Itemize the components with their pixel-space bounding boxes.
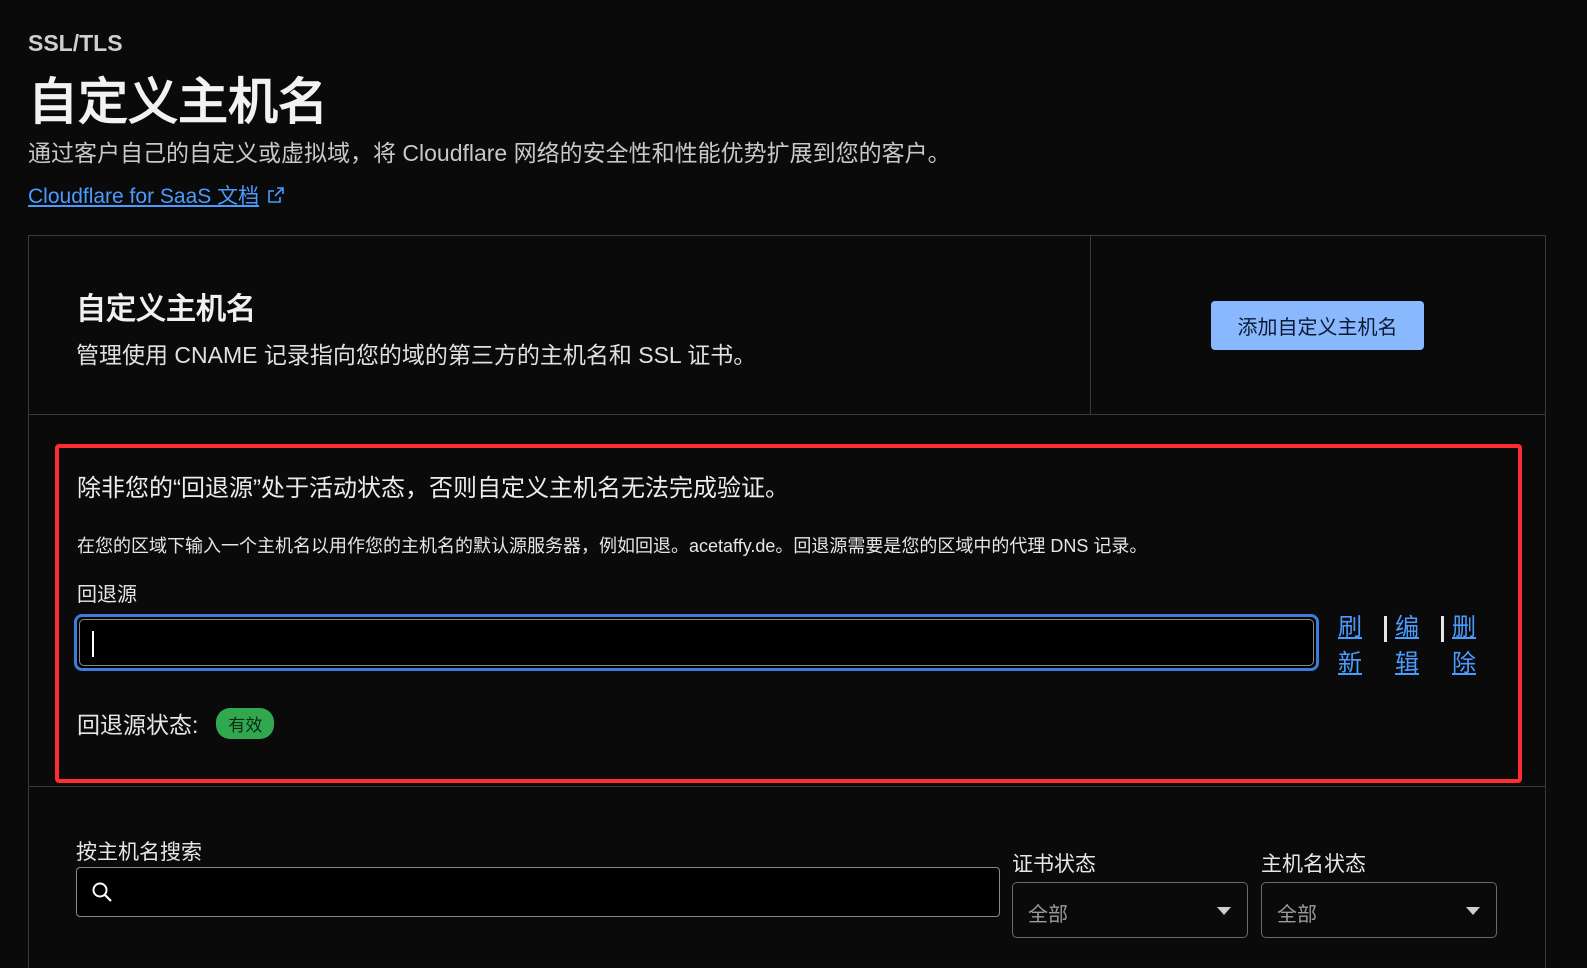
hostname-search-field[interactable] — [76, 867, 1000, 917]
page: SSL/TLS 自定义主机名 通过客户自己的自定义或虚拟域，将 Cloudfla… — [0, 0, 1587, 968]
fallback-status-label: 回退源状态: — [77, 712, 199, 738]
text-cursor — [92, 631, 94, 657]
breadcrumb[interactable]: SSL/TLS — [28, 30, 123, 57]
delete-link[interactable]: 删除 — [1452, 610, 1478, 682]
chevron-down-icon — [1466, 907, 1480, 915]
divider — [1441, 616, 1444, 642]
fallback-origin-label: 回退源 — [77, 584, 137, 606]
fallback-help-text: 在您的区域下输入一个主机名以用作您的主机名的默认源服务器，例如回退。acetaf… — [77, 536, 1148, 556]
cert-status-value: 全部 — [1028, 904, 1068, 926]
fallback-origin-input[interactable] — [79, 619, 1314, 666]
edit-link[interactable]: 编辑 — [1395, 610, 1421, 682]
cert-status-label: 证书状态 — [1012, 853, 1096, 876]
search-label: 按主机名搜索 — [76, 841, 202, 864]
page-title: 自定义主机名 — [28, 74, 328, 130]
refresh-link[interactable]: 刷新 — [1338, 610, 1364, 682]
external-link-icon — [268, 187, 284, 203]
cert-status-select[interactable]: 全部 — [1012, 882, 1248, 938]
fallback-actions: 刷新 编辑 删除 — [1338, 610, 1478, 682]
divider — [1384, 616, 1387, 642]
search-icon — [92, 882, 112, 902]
card-header: 自定义主机名 管理使用 CNAME 记录指向您的域的第三方的主机名和 SSL 证… — [29, 236, 1545, 415]
fallback-warning: 除非您的“回退源”处于活动状态，否则自定义主机名无法完成验证。 — [77, 475, 789, 502]
page-description: 通过客户自己的自定义或虚拟域，将 Cloudflare 网络的安全性和性能优势扩… — [28, 140, 951, 166]
add-custom-hostname-button[interactable]: 添加自定义主机名 — [1211, 301, 1424, 350]
custom-hostnames-card: 自定义主机名 管理使用 CNAME 记录指向您的域的第三方的主机名和 SSL 证… — [28, 235, 1546, 968]
card-header-info: 自定义主机名 管理使用 CNAME 记录指向您的域的第三方的主机名和 SSL 证… — [29, 236, 1091, 414]
docs-link-label[interactable]: Cloudflare for SaaS 文档 — [28, 180, 259, 210]
section-description: 管理使用 CNAME 记录指向您的域的第三方的主机名和 SSL 证书。 — [76, 342, 757, 368]
status-badge: 有效 — [216, 707, 275, 739]
fallback-status-row: 回退源状态: 有效 — [77, 706, 275, 740]
hostname-status-label: 主机名状态 — [1261, 853, 1366, 876]
hostname-search-input[interactable] — [123, 868, 991, 916]
chevron-down-icon — [1217, 907, 1231, 915]
docs-link[interactable]: Cloudflare for SaaS 文档 — [28, 180, 285, 210]
hostname-status-value: 全部 — [1277, 904, 1317, 926]
section-title: 自定义主机名 — [76, 293, 256, 326]
fallback-origin-panel: 除非您的“回退源”处于活动状态，否则自定义主机名无法完成验证。 在您的区域下输入… — [55, 444, 1522, 783]
fallback-origin-field[interactable] — [74, 614, 1319, 671]
divider — [29, 786, 1545, 787]
hostname-status-select[interactable]: 全部 — [1261, 882, 1497, 938]
